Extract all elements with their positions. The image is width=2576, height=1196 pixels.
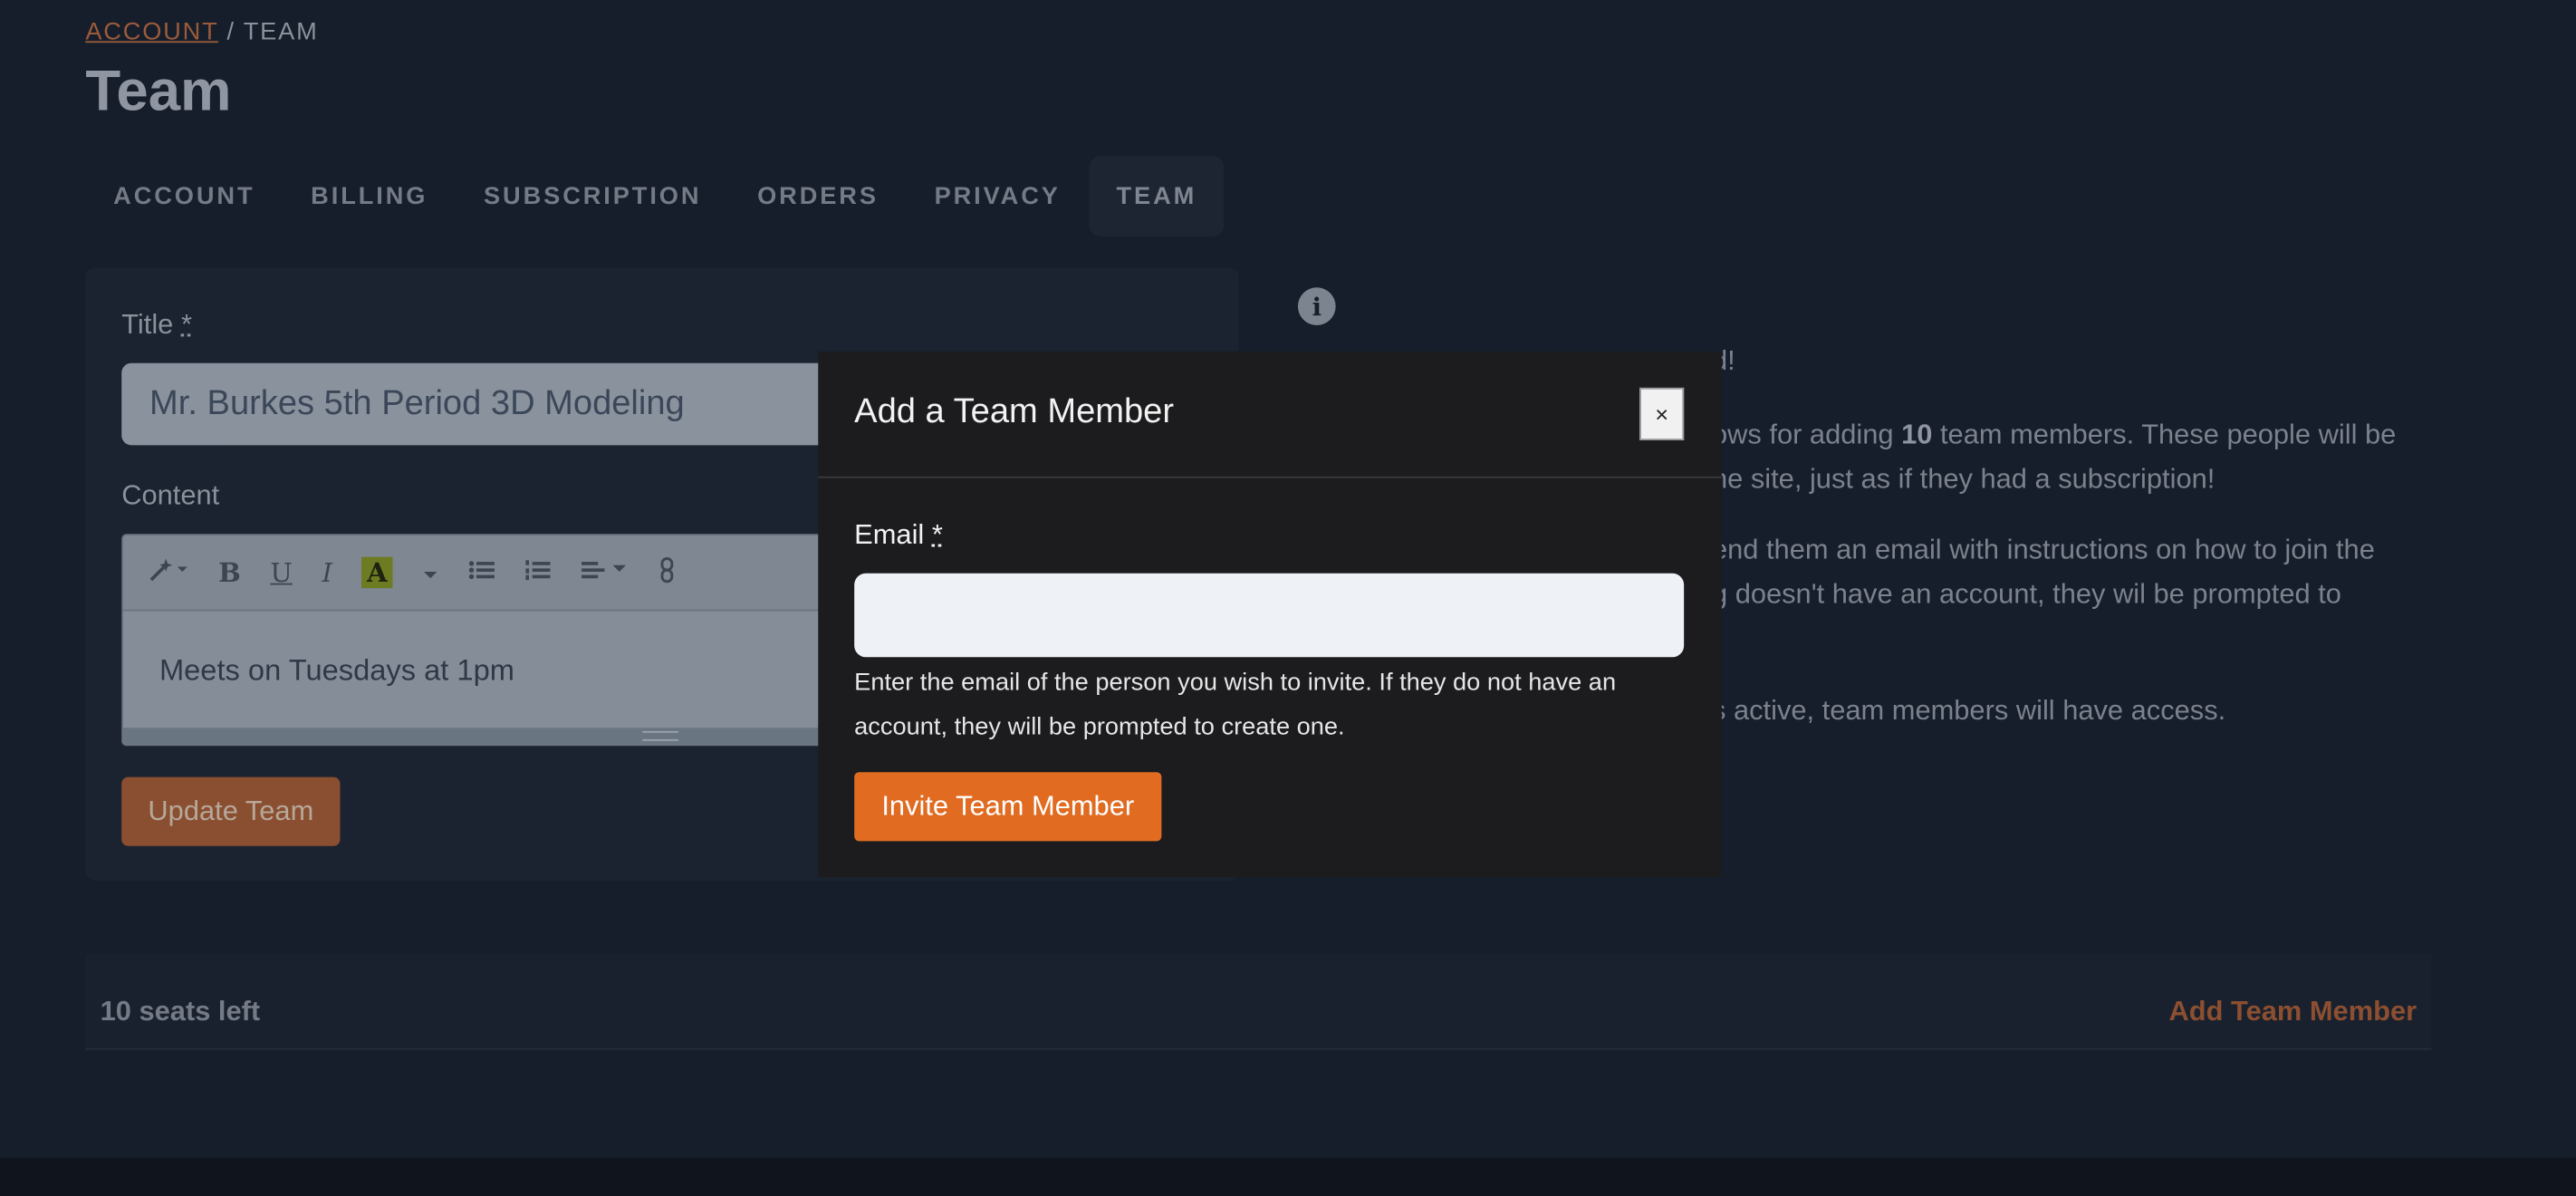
numbered-list-icon[interactable] <box>524 557 551 588</box>
info-text: team members. These people will be <box>1932 419 2397 450</box>
bullet-list-icon[interactable] <box>468 557 495 588</box>
tab-bar: ACCOUNT BILLING SUBSCRIPTION ORDERS PRIV… <box>85 156 1226 237</box>
chevron-down-icon[interactable] <box>422 557 438 588</box>
title-label: Title * <box>121 309 192 342</box>
email-help-text: Enter the email of the person you wish t… <box>854 668 1617 741</box>
content-label: Content <box>121 479 220 511</box>
link-icon[interactable] <box>658 556 675 589</box>
invite-team-member-button[interactable]: Invite Team Member <box>854 772 1162 842</box>
info-line: he site, just as if they had a subscript… <box>1711 463 2216 495</box>
update-team-button[interactable]: Update Team <box>121 776 341 846</box>
email-label-text: Email <box>854 518 925 551</box>
info-line: s active, team members will have access. <box>1711 694 2226 727</box>
info-line: g doesn't have an account, they wil be p… <box>1711 578 2341 610</box>
email-label: Email * <box>854 519 943 552</box>
breadcrumb-link-account[interactable]: ACCOUNT <box>85 18 218 46</box>
breadcrumb-separator: / <box>226 17 235 46</box>
info-text: ows for adding <box>1711 419 1902 450</box>
tab-team[interactable]: TEAM <box>1088 156 1226 237</box>
footer <box>0 1158 2576 1196</box>
tab-subscription[interactable]: SUBSCRIPTION <box>456 156 729 236</box>
breadcrumb-current: TEAM <box>243 17 319 46</box>
highlight-button[interactable]: A <box>361 556 393 589</box>
info-line: end them an email with instructions on h… <box>1711 534 2375 565</box>
breadcrumb: ACCOUNT / TEAM <box>85 18 318 46</box>
info-icon: i <box>1297 287 1336 326</box>
title-label-text: Title <box>121 308 174 341</box>
close-button[interactable]: × <box>1639 387 1685 440</box>
tab-account[interactable]: ACCOUNT <box>85 156 283 236</box>
seats-remaining: 10 seats left <box>100 995 261 1027</box>
add-team-member-modal: Add a Team Member × Email * Enter the em… <box>818 352 1722 878</box>
modal-divider <box>818 476 1722 478</box>
bold-button[interactable]: B <box>218 557 241 588</box>
required-mark: * <box>931 518 943 551</box>
seats-bar: 10 seats left Add Team Member <box>85 954 2432 1050</box>
underline-button[interactable]: U <box>270 557 292 588</box>
align-left-icon[interactable] <box>580 557 629 588</box>
required-mark: * <box>180 308 192 341</box>
tab-billing[interactable]: BILLING <box>283 156 456 236</box>
editor-content[interactable]: Meets on Tuesdays at 1pm <box>159 654 514 689</box>
add-team-member-link[interactable]: Add Team Member <box>2169 996 2417 1028</box>
magic-wand-icon[interactable] <box>146 556 188 589</box>
italic-button[interactable]: I <box>322 557 332 588</box>
info-line: ows for adding 10 team members. These pe… <box>1712 412 2396 457</box>
email-field[interactable] <box>854 573 1685 658</box>
info-seat-count: 10 <box>1901 419 1933 450</box>
page-background: ACCOUNT / TEAM Team ACCOUNT BILLING SUBS… <box>0 0 2576 1159</box>
page-title: Team <box>85 59 232 123</box>
tab-privacy[interactable]: PRIVACY <box>907 156 1089 236</box>
tab-orders[interactable]: ORDERS <box>729 156 906 236</box>
modal-title: Add a Team Member <box>854 392 1175 431</box>
resize-grip-icon[interactable] <box>642 730 679 741</box>
